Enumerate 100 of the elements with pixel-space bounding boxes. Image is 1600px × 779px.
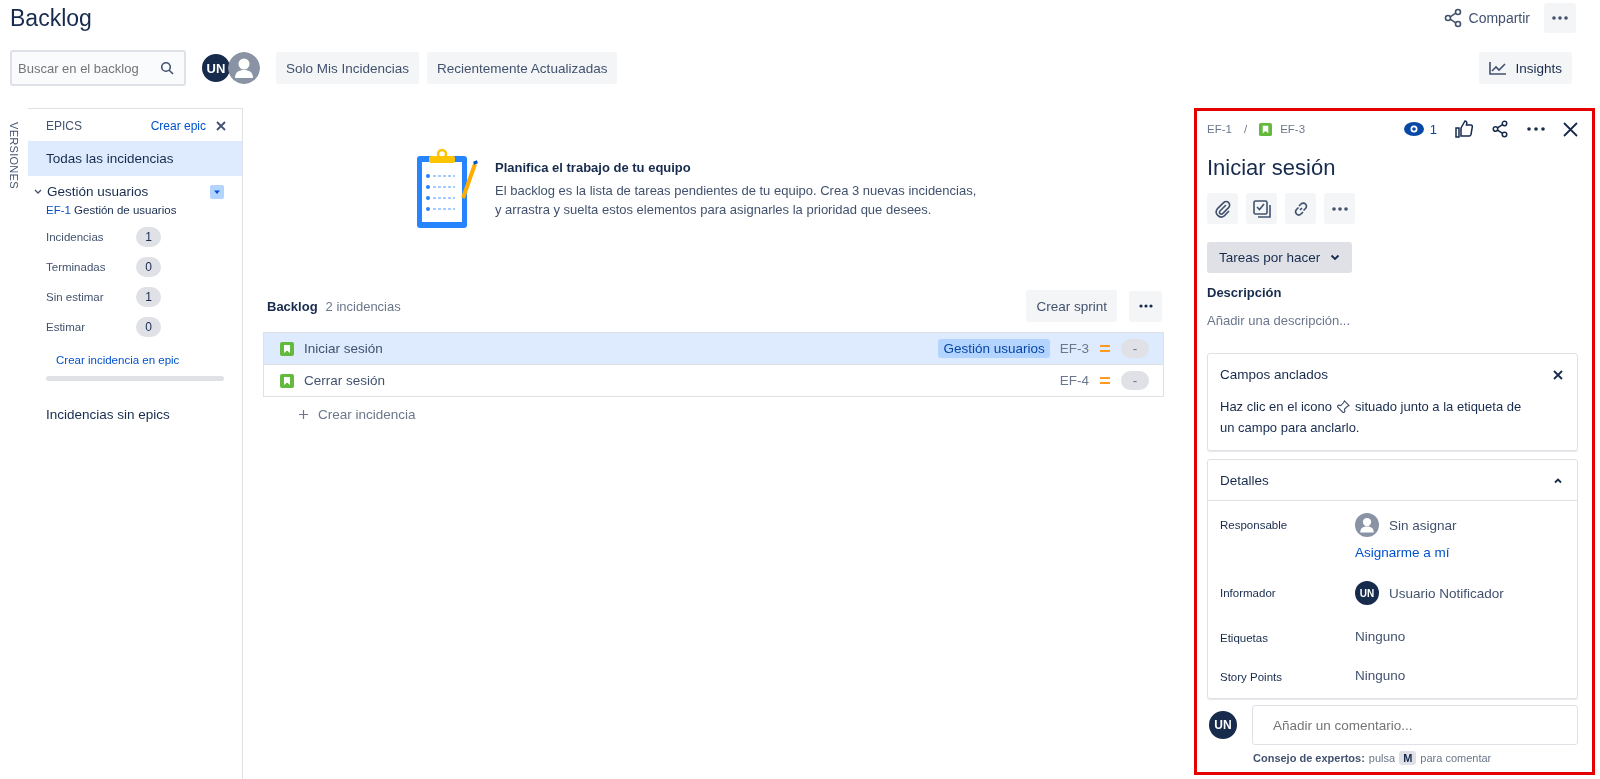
more-icon (1552, 16, 1568, 20)
epic-summary: EF-1 Gestión de usuarios (45, 203, 178, 218)
tip-text: para comentar (1420, 752, 1492, 764)
more-button[interactable] (1324, 193, 1355, 224)
create-epic-link[interactable]: Crear epic (150, 119, 206, 133)
stat-label: Terminadas (46, 261, 107, 273)
story-icon (1259, 122, 1273, 136)
empty-state-title: Planifica el trabajo de tu equipo (495, 159, 692, 175)
issue-key: EF-3 (1059, 341, 1089, 356)
share-icon (1442, 8, 1463, 28)
field-value[interactable]: Ninguno (1355, 626, 1406, 644)
chevron-down-icon (1330, 254, 1341, 261)
share-button[interactable]: Compartir (1442, 8, 1530, 28)
assign-to-me-link[interactable]: Asignarme a mí (1355, 545, 1457, 560)
hint-text: Haz clic en el icono (1220, 398, 1332, 416)
more-button[interactable] (1129, 290, 1162, 322)
chart-trend-icon (1489, 61, 1508, 75)
more-button[interactable] (1544, 3, 1576, 33)
tip-text: pulsa (1368, 752, 1396, 764)
issue-summary: Iniciar sesión (304, 341, 384, 356)
stat-label: Incidencias (46, 231, 105, 243)
close-icon[interactable] (216, 121, 226, 131)
create-issue-link[interactable]: Crear incidencia en epic (34, 342, 224, 376)
count-badge: 1 (136, 227, 161, 247)
field-value[interactable]: Ninguno (1355, 665, 1406, 683)
close-icon[interactable] (1563, 121, 1578, 137)
empty-state-text: El backlog es la lista de tareas pendientes de tu equipo. Crea 3 nuevas incidencias, (495, 181, 977, 200)
description-field[interactable]: Añadir una descripción... (1207, 310, 1578, 331)
issue-row[interactable]: Iniciar sesión Gestión usuarios EF-3 - (264, 333, 1163, 365)
search-field[interactable]: Buscar en el backlog (10, 50, 186, 86)
eye-icon[interactable] (1403, 122, 1424, 136)
count-badge: 1 (136, 287, 161, 307)
link-button[interactable] (1285, 193, 1316, 224)
panel-title: EPICS (46, 119, 83, 133)
count-badge: 0 (136, 317, 161, 337)
field-label: Responsable (1220, 518, 1289, 533)
card-title: Campos anclados (1220, 367, 1329, 382)
stat-label: Sin estimar (46, 291, 105, 303)
estimate-badge: - (1121, 371, 1149, 390)
thumbs-up-icon[interactable] (1455, 120, 1473, 138)
field-label: Etiquetas (1220, 631, 1269, 644)
chevron-icon[interactable] (34, 188, 42, 195)
more-icon[interactable] (1527, 127, 1545, 131)
section-title: Backlog (267, 298, 318, 314)
comment-field[interactable]: Añadir un comentario... (1252, 705, 1578, 745)
stat-label: Estimar (46, 321, 86, 333)
filter-button[interactable]: Recientemente Actualizadas (427, 52, 618, 84)
search-icon (160, 61, 174, 75)
user-avatar: UN (1207, 709, 1239, 741)
parent-key-link[interactable]: EF-1 (1207, 123, 1232, 135)
user-avatar[interactable]: UN (200, 52, 232, 84)
checkbox-stack-icon (1252, 199, 1271, 218)
key-badge: M (1399, 751, 1417, 765)
epic-filter-item[interactable]: Todas las incidencias (28, 141, 242, 176)
filter-button[interactable]: Solo Mis Incidencias (276, 52, 420, 84)
issue-title[interactable]: Iniciar sesión (1207, 155, 1578, 181)
hint-text: situado junto a la etiqueta de (1355, 398, 1522, 416)
field-value[interactable]: Usuario Notificador (1389, 585, 1504, 601)
subtask-button[interactable] (1246, 193, 1277, 224)
close-icon[interactable] (1553, 369, 1563, 380)
dropdown-icon[interactable] (210, 184, 224, 199)
issue-summary: Cerrar sesión (304, 373, 387, 388)
create-sprint-button[interactable]: Crear sprint (1026, 290, 1117, 322)
watcher-count: 1 (1429, 121, 1437, 137)
field-label: Descripción (1207, 285, 1283, 300)
epic-tag: Gestión usuarios (938, 339, 1050, 358)
more-icon (1331, 206, 1348, 211)
breadcrumb-separator: / (1243, 123, 1248, 135)
plus-icon (299, 410, 308, 419)
card-title: Detalles (1220, 473, 1269, 488)
more-icon (1138, 304, 1153, 308)
issue-row[interactable]: Cerrar sesión EF-4 - (264, 365, 1163, 396)
hint-text: un campo para anclarlo. (1220, 419, 1360, 437)
versions-tab[interactable]: VERSIONES (8, 122, 20, 189)
share-icon[interactable] (1491, 120, 1509, 138)
user-avatar: UN (1355, 581, 1379, 605)
chevron-up-icon[interactable] (1553, 477, 1563, 484)
paperclip-icon (1213, 199, 1232, 218)
estimate-badge: - (1121, 339, 1149, 358)
create-issue-link[interactable]: Crear incidencia (263, 397, 1164, 422)
priority-icon (1099, 375, 1111, 386)
priority-icon (1099, 343, 1111, 354)
issue-key: EF-4 (1059, 373, 1089, 388)
field-label: Informador (1220, 586, 1277, 601)
epic-name[interactable]: Gestión usuarios (47, 184, 205, 199)
issue-count: 2 incidencias (325, 298, 401, 314)
tip-label: Consejo de expertos: (1253, 752, 1365, 764)
user-avatar-icon (1355, 513, 1379, 537)
epic-filter-item[interactable]: Incidencias sin epics (28, 397, 242, 432)
attach-button[interactable] (1207, 193, 1238, 224)
story-icon (280, 341, 294, 356)
issue-key-link[interactable]: EF-3 (1280, 123, 1306, 135)
count-badge: 0 (136, 257, 161, 277)
user-avatar-icon[interactable] (228, 52, 260, 84)
field-value[interactable]: Sin asignar (1389, 517, 1457, 533)
insights-button[interactable]: Insights (1479, 52, 1572, 84)
clipboard-icon (415, 148, 479, 230)
status-dropdown[interactable]: Tareas por hacer (1207, 242, 1353, 273)
field-label: Story Points (1220, 670, 1283, 683)
pin-icon (1337, 400, 1350, 413)
